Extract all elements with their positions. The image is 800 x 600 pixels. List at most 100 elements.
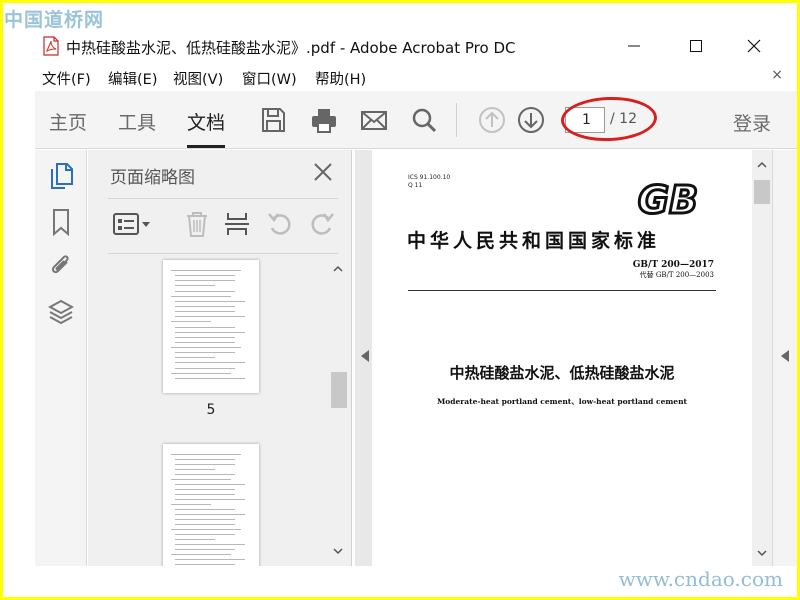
thumbnail-text-line <box>175 336 235 338</box>
right-pane-toggle <box>772 150 797 566</box>
watermark-top: 中国道桥网 <box>4 9 105 31</box>
menu-edit[interactable]: 编辑(E) <box>108 68 157 89</box>
save-icon[interactable] <box>259 106 287 134</box>
menu-bar: 文件(F) 编辑(E) 视图(V) 窗口(W) 帮助(H) × <box>3 64 797 90</box>
pdf-page: ICS 91.100.10 Q 11 GB 中华人民共和国国家标准 GB/T 2… <box>372 150 752 566</box>
highlight-annotation <box>560 95 658 143</box>
menu-file[interactable]: 文件(F) <box>42 68 91 89</box>
document-title-cn: 中热硅酸盐水泥、低热硅酸盐水泥 <box>449 364 675 382</box>
scrollbar-thumb[interactable] <box>754 180 770 204</box>
scrollbar-thumb[interactable] <box>331 372 347 408</box>
close-icon <box>747 39 761 53</box>
scroll-up-icon[interactable] <box>757 160 767 170</box>
rotate-left-icon[interactable] <box>266 210 294 238</box>
thumbnail-text-line <box>171 372 231 374</box>
svg-text:GB: GB <box>638 180 698 220</box>
thumbnail-text-line <box>175 464 235 465</box>
thumbnail-text-line <box>175 539 215 540</box>
thumbnail-text-line <box>175 489 235 490</box>
document-title-en: Moderate-heat portland cement、low-heat p… <box>436 397 687 406</box>
thumbnail-scrollbar[interactable] <box>328 256 350 566</box>
thumbnail-text-line <box>175 474 235 475</box>
close-document-button[interactable]: × <box>771 67 783 83</box>
thumbnail-text-line <box>175 341 235 343</box>
tab-home[interactable]: 主页 <box>49 108 87 135</box>
bookmark-icon[interactable] <box>48 208 74 236</box>
expand-right-pane-icon[interactable] <box>781 350 789 362</box>
thumbnail-text-line <box>175 362 245 364</box>
thumbnail-text-line <box>175 357 215 359</box>
thumbnail-text-line <box>171 270 241 271</box>
options-menu-icon[interactable] <box>112 210 152 238</box>
header-rule <box>408 290 716 291</box>
thumbnail-text-line <box>175 484 245 485</box>
scroll-up-icon[interactable] <box>333 264 343 274</box>
thumbnail-text-line <box>175 544 245 545</box>
tab-document[interactable]: 文档 <box>187 108 226 148</box>
thumbnail-text-line <box>175 377 245 379</box>
page-thumbnails-icon[interactable] <box>48 162 74 190</box>
thumbnail-text-line <box>175 564 235 565</box>
thumbnail-text-line <box>175 494 235 495</box>
ics-code: ICS 91.100.10 Q 11 <box>408 174 451 189</box>
pdf-file-icon <box>43 36 59 56</box>
close-window-button[interactable] <box>731 29 777 63</box>
layers-icon[interactable] <box>48 298 74 326</box>
app-frame: 中国道桥网 中热硅酸盐水泥、低热硅酸盐水泥》.pdf - Adobe Acrob… <box>3 3 797 597</box>
delete-icon[interactable] <box>184 210 210 238</box>
thumbnail-text-line <box>171 295 231 297</box>
menu-window[interactable]: 窗口(W) <box>242 68 297 89</box>
thumbnail-text-line <box>171 554 231 555</box>
close-panel-icon[interactable] <box>313 162 333 182</box>
scroll-down-icon[interactable] <box>333 546 343 556</box>
collapse-left-pane-icon[interactable] <box>361 350 369 362</box>
thumbnail-text-line <box>175 459 235 460</box>
gb-logo: GB <box>636 180 699 220</box>
thumbnail-text-line <box>171 454 241 455</box>
maximize-button[interactable] <box>673 29 719 63</box>
mail-icon[interactable] <box>360 106 388 134</box>
minimize-button[interactable] <box>611 29 657 63</box>
thumbnail-text-line <box>171 529 241 530</box>
thumbnail-label: 5 <box>206 402 216 418</box>
login-button[interactable]: 登录 <box>733 109 771 136</box>
toolbar: 主页 工具 文档 1 / 12 登录 <box>35 91 797 149</box>
national-standard-title: 中华人民共和国国家标准 <box>407 230 661 252</box>
panel-divider <box>108 253 338 254</box>
thumbnail-text-line <box>175 514 245 515</box>
document-view: ICS 91.100.10 Q 11 GB 中华人民共和国国家标准 GB/T 2… <box>355 150 797 566</box>
thumbnail-text-line <box>171 504 211 505</box>
tab-tools[interactable]: 工具 <box>118 108 156 135</box>
menu-view[interactable]: 视图(V) <box>173 68 223 89</box>
previous-page-icon[interactable] <box>478 106 506 134</box>
page-thumbnail[interactable] <box>163 260 259 393</box>
thumbnail-text-line <box>171 321 211 323</box>
thumbnail-text-line <box>171 347 241 349</box>
navigation-pane <box>35 150 87 566</box>
rotate-right-icon[interactable] <box>308 210 336 238</box>
panel-divider <box>108 198 338 199</box>
thumbnail-text-line <box>175 534 235 535</box>
thumbnail-text-line <box>171 479 231 480</box>
thumbnail-text-line <box>175 316 245 318</box>
minimize-icon <box>628 45 640 47</box>
attachment-icon[interactable] <box>48 252 74 280</box>
page-thumbnail[interactable] <box>163 444 259 566</box>
search-icon[interactable] <box>410 106 438 134</box>
scroll-down-icon[interactable] <box>757 548 767 558</box>
thumbnail-text-line <box>175 549 235 550</box>
extract-icon[interactable] <box>224 210 250 238</box>
thumbnail-text-line <box>175 509 235 510</box>
title-bar: 中热硅酸盐水泥、低热硅酸盐水泥》.pdf - Adobe Acrobat Pro… <box>3 29 797 63</box>
thumbnail-text-line <box>175 290 235 292</box>
thumbnail-text-line <box>175 326 235 328</box>
menu-help[interactable]: 帮助(H) <box>315 68 366 89</box>
next-page-icon[interactable] <box>517 106 545 134</box>
thumbnail-list: 5 <box>88 256 328 566</box>
print-icon[interactable] <box>310 106 338 134</box>
thumbnail-text-line <box>175 352 235 354</box>
window-title: 中热硅酸盐水泥、低热硅酸盐水泥》.pdf - Adobe Acrobat Pro… <box>66 39 516 57</box>
document-scrollbar[interactable] <box>752 150 772 566</box>
thumbnail-text-line <box>175 280 235 282</box>
thumbnail-text-line <box>175 331 245 333</box>
